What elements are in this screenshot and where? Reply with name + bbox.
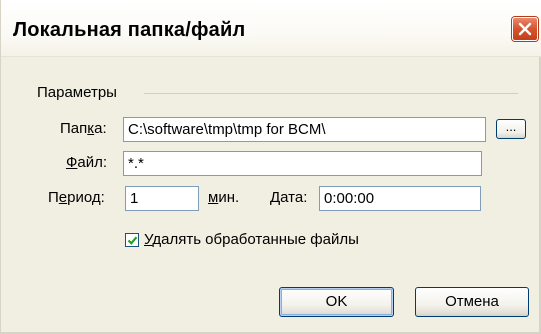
params-group-label: Параметры [37,84,117,101]
params-group-divider [144,93,518,94]
close-icon [518,22,532,36]
browse-folder-button[interactable]: ... [496,119,526,139]
period-input[interactable]: 1 [125,186,199,211]
close-button[interactable] [512,17,538,41]
window-title: Локальная папка/файл [13,19,246,41]
file-mask-input[interactable]: *.* [123,151,482,176]
folder-label: Папка: [60,120,107,137]
file-label: Файл: [66,154,108,171]
delete-processed-checkbox[interactable] [125,233,139,247]
checkmark-icon [127,236,138,245]
ok-button[interactable]: OK [279,287,394,317]
date-label: Дата: [270,189,308,206]
period-unit-label: мин. [208,189,240,206]
period-label: Период: [48,189,105,206]
date-input[interactable]: 0:00:00 [319,186,481,211]
title-bar[interactable]: Локальная папка/файл [1,0,541,57]
delete-processed-label[interactable]: Удалять обработанные файлы [144,231,359,248]
dialog-window: Локальная папка/файл Параметры Папка: C:… [0,0,541,334]
cancel-button[interactable]: Отмена [415,287,529,317]
folder-path-input[interactable]: C:\software\tmp\tmp for BCM\ [123,117,486,142]
